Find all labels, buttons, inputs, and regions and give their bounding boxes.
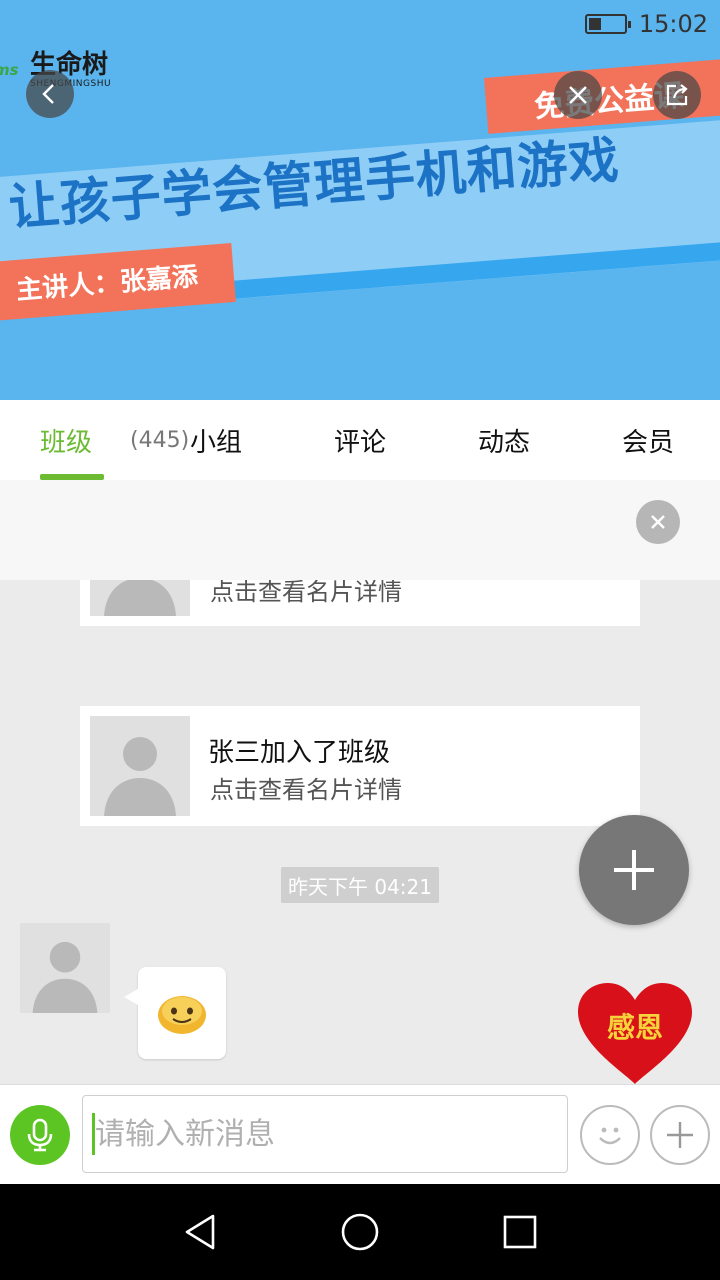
- battery-icon: [584, 14, 631, 34]
- gratitude-label[interactable]: 感恩: [576, 1006, 694, 1046]
- emoji-message-bubble[interactable]: [124, 967, 226, 1059]
- nav-recents-button[interactable]: [500, 1212, 540, 1252]
- join-message: 张三加入了班级: [208, 738, 391, 768]
- notice-close-button[interactable]: [636, 500, 680, 544]
- message-input-bar: [0, 1084, 720, 1184]
- nav-back-button[interactable]: [180, 1212, 220, 1252]
- tab-comments-label: 评论: [333, 427, 386, 458]
- section-tabs: 班级 (445) 小组 评论 动态 会员: [0, 400, 720, 480]
- tab-class-label: 班级: [40, 427, 93, 458]
- logo-mark: ms: [0, 61, 19, 79]
- voice-button[interactable]: [10, 1105, 70, 1165]
- status-time: 15:02: [638, 10, 708, 38]
- chevron-left-icon: [42, 84, 54, 104]
- nav-home-button[interactable]: [340, 1212, 380, 1252]
- sender-avatar[interactable]: [20, 923, 110, 1013]
- tab-members-label: 会员: [621, 427, 674, 458]
- tab-activity-label: 动态: [477, 427, 530, 458]
- default-avatar-icon: [104, 737, 176, 816]
- microphone-icon: [27, 1118, 53, 1152]
- notice-bar: [0, 480, 720, 580]
- triangle-back-icon: [185, 1214, 215, 1250]
- tab-members[interactable]: 会员: [592, 400, 704, 480]
- share-button[interactable]: [653, 71, 701, 119]
- emoji-button[interactable]: [580, 1105, 640, 1165]
- default-avatar-icon: [32, 941, 98, 1013]
- message-input[interactable]: [82, 1095, 568, 1173]
- add-floating-button[interactable]: [579, 815, 689, 925]
- system-navigation-bar: [0, 1184, 720, 1280]
- member-join-card[interactable]: 张三加入了班级 点击查看名片详情: [80, 706, 640, 826]
- status-bar: 15:02: [584, 10, 708, 38]
- square-recents-icon: [503, 1215, 537, 1249]
- more-options-button[interactable]: [650, 1105, 710, 1165]
- close-button[interactable]: [554, 71, 602, 119]
- text-cursor: [92, 1113, 95, 1155]
- tab-class[interactable]: 班级 (445): [40, 400, 189, 480]
- tab-group-label: 小组: [189, 427, 242, 458]
- tab-activity[interactable]: 动态: [448, 400, 560, 480]
- tab-group[interactable]: 小组: [160, 400, 272, 480]
- member-card-partial[interactable]: 点击查看名片详情: [80, 580, 640, 626]
- close-icon: [569, 86, 587, 104]
- close-icon: [651, 515, 665, 529]
- smiley-emoji-icon: [158, 996, 206, 1034]
- card-hint: 点击查看名片详情: [210, 580, 402, 606]
- back-button[interactable]: [26, 70, 74, 118]
- default-avatar-icon: [104, 580, 176, 616]
- card-hint: 点击查看名片详情: [210, 776, 402, 804]
- tab-comments[interactable]: 评论: [304, 400, 416, 480]
- avatar: [90, 580, 190, 616]
- circle-home-icon: [341, 1213, 379, 1251]
- smiley-icon: [599, 1127, 621, 1145]
- share-icon: [666, 84, 688, 106]
- plus-icon: [667, 1122, 693, 1148]
- message-timestamp: 昨天下午 04:21: [281, 867, 439, 903]
- avatar: [90, 716, 190, 816]
- course-banner: 免费公益课 让孩子学会管理手机和游戏 主讲人：张嘉添 ms 生命树 SHENGM…: [0, 0, 720, 400]
- plus-icon: [614, 850, 654, 890]
